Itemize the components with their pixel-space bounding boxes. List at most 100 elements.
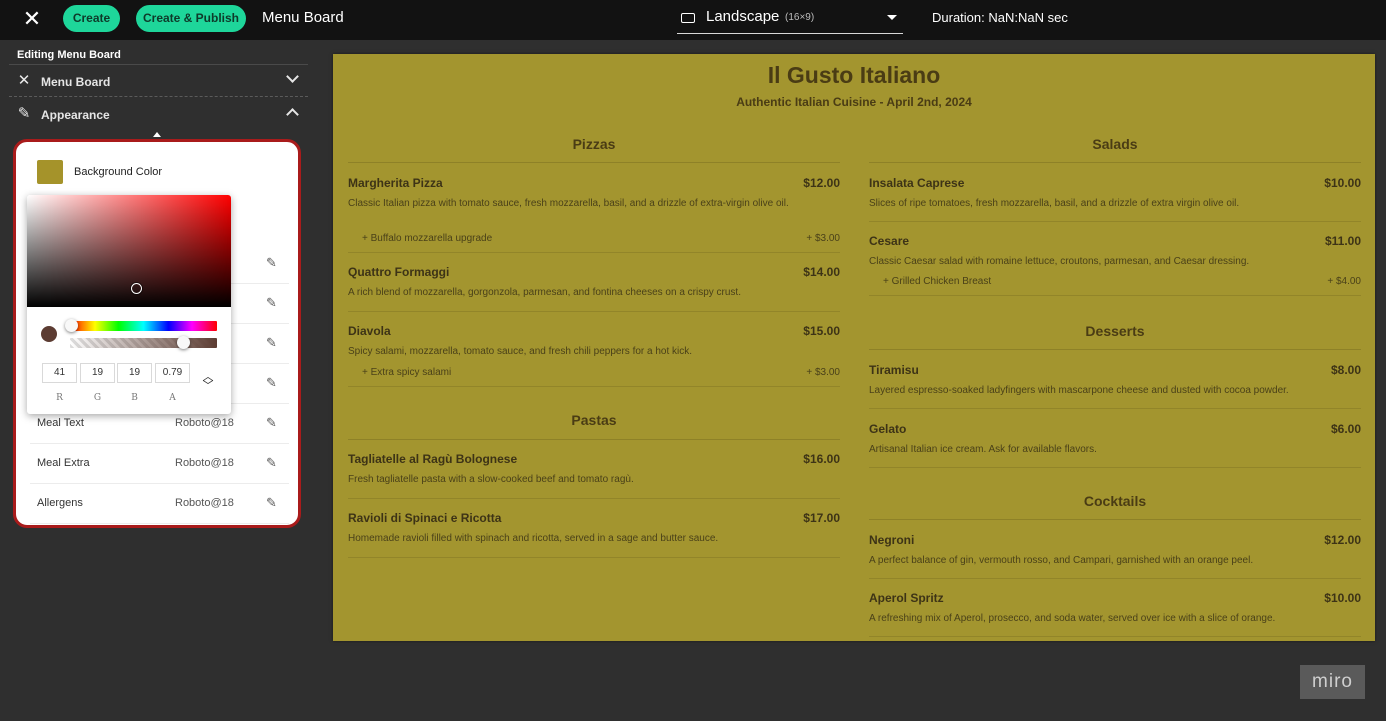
blue-label: B (131, 393, 138, 403)
item-name: Aperol Spritz (869, 591, 944, 605)
duration-readout: Duration: NaN:NaN sec (932, 10, 1068, 25)
menu-item: Insalata Caprese $10.00 Slices of ripe t… (869, 176, 1361, 222)
green-input[interactable]: 19 (80, 363, 115, 383)
alpha-slider[interactable] (70, 338, 217, 348)
saturation-handle[interactable] (131, 283, 142, 294)
font-row-allergens: Allergens Roboto@18 ✎ (30, 484, 289, 524)
item-price: $6.00 (1330, 422, 1361, 436)
item-extra-price: + $3.00 (806, 367, 840, 378)
background-color-swatch[interactable] (37, 160, 63, 184)
menu-item: Tiramisu $8.00 Layered espresso-soaked l… (869, 363, 1361, 409)
close-icon[interactable]: ✕ (20, 7, 44, 31)
create-button[interactable]: Create (63, 5, 120, 32)
item-description: Slices of ripe tomatoes, fresh mozzarell… (869, 198, 1240, 209)
section-rule (869, 349, 1361, 350)
font-row-value: Roboto@18 (175, 497, 234, 509)
pencil-icon[interactable]: ✎ (266, 335, 277, 351)
item-name: Tagliatelle al Ragù Bolognese (348, 452, 518, 466)
pencil-icon[interactable]: ✎ (266, 415, 277, 431)
section-title-desserts: Desserts (1085, 323, 1145, 339)
board-subtitle: Authentic Italian Cuisine - April 2nd, 2… (736, 95, 972, 109)
font-row-value: Roboto@18 (175, 417, 234, 429)
hue-slider-handle[interactable] (65, 319, 78, 332)
font-row-value: Roboto@18 (175, 457, 234, 469)
item-price: $8.00 (1330, 363, 1361, 377)
pencil-icon[interactable]: ✎ (266, 455, 277, 471)
landscape-icon (681, 13, 695, 23)
menu-item: Cesare $11.00 Classic Caesar salad with … (869, 234, 1361, 296)
menu-item: Quattro Formaggi $14.00 A rich blend of … (348, 265, 840, 312)
eyedropper-icon: ✎ (17, 105, 31, 122)
menu-board-preview: Il Gusto Italiano Authentic Italian Cuis… (333, 54, 1375, 641)
item-description: Classic Italian pizza with tomato sauce,… (348, 198, 789, 209)
item-price: $14.00 (803, 265, 840, 279)
alpha-slider-handle[interactable] (177, 336, 190, 349)
alpha-label: A (169, 393, 176, 403)
item-extra: + Buffalo mozzarella upgrade (362, 233, 493, 244)
font-row-meal-extra: Meal Extra Roboto@18 ✎ (30, 444, 289, 484)
utensils-icon: ✕ (17, 72, 31, 89)
color-picker: 41 19 19 0.79 R G B A ︿ ﹀ (27, 195, 231, 414)
top-bar: ✕ Create Create & Publish Menu Board Lan… (0, 0, 1386, 40)
chevron-down-icon (286, 70, 299, 83)
item-description: Artisanal Italian ice cream. Ask for ava… (869, 444, 1097, 455)
item-price: $10.00 (1324, 176, 1361, 190)
font-row-name: Meal Text (37, 417, 84, 429)
color-preview (41, 326, 57, 342)
hue-slider[interactable] (70, 321, 217, 331)
layout-select-ratio: (16×9) (785, 12, 815, 23)
accordion-menu-board[interactable]: ✕ Menu Board (9, 64, 308, 97)
item-description: Layered espresso-soaked ladyfingers with… (869, 385, 1289, 396)
section-rule (348, 439, 840, 440)
accordion-appearance[interactable]: ✎ Appearance (9, 98, 308, 131)
pencil-icon[interactable]: ✎ (266, 375, 277, 391)
item-name: Cesare (869, 234, 910, 248)
section-rule (869, 519, 1361, 520)
item-description: Fresh tagliatelle pasta with a slow-cook… (348, 474, 634, 485)
alpha-input[interactable]: 0.79 (155, 363, 190, 383)
item-name: Quattro Formaggi (348, 265, 450, 279)
menu-item: Negroni $12.00 A perfect balance of gin,… (869, 533, 1361, 579)
background-color-label: Background Color (74, 166, 163, 178)
item-price: $17.00 (803, 511, 840, 525)
chevron-updown-icon[interactable]: ︿ ﹀ (202, 372, 214, 392)
item-extra: + Extra spicy salami (362, 367, 452, 378)
green-label: G (93, 393, 102, 403)
section-title-pizzas: Pizzas (572, 136, 616, 152)
tooltip-arrow (153, 132, 161, 137)
red-input[interactable]: 41 (42, 363, 77, 383)
menu-item: Tagliatelle al Ragù Bolognese $16.00 Fre… (348, 452, 840, 499)
blue-input[interactable]: 19 (117, 363, 152, 383)
item-name: Ravioli di Spinaci e Ricotta (348, 511, 502, 525)
item-price: $12.00 (803, 176, 840, 190)
item-description: Classic Caesar salad with romaine lettuc… (869, 256, 1250, 267)
item-name: Tiramisu (869, 363, 919, 377)
font-row-name: Allergens (37, 497, 83, 509)
chevron-down-icon (887, 15, 897, 20)
item-price: $12.00 (1324, 533, 1361, 547)
layout-select-label: Landscape (706, 8, 780, 25)
menu-item: Aperol Spritz $10.00 A refreshing mix of… (869, 591, 1361, 637)
font-row-name: Meal Extra (37, 457, 90, 469)
create-publish-button[interactable]: Create & Publish (136, 5, 246, 32)
item-extra-price: + $4.00 (1327, 276, 1361, 287)
item-name: Insalata Caprese (869, 176, 965, 190)
pencil-icon[interactable]: ✎ (266, 255, 277, 271)
menu-item: Diavola $15.00 Spicy salami, mozzarella,… (348, 324, 840, 387)
item-description: Homemade ravioli filled with spinach and… (348, 533, 719, 544)
miro-watermark: miro (1300, 665, 1365, 699)
section-rule (869, 162, 1361, 163)
saturation-area[interactable] (27, 195, 231, 307)
pencil-icon[interactable]: ✎ (266, 295, 277, 311)
board-title: Il Gusto Italiano (767, 62, 941, 88)
item-price: $10.00 (1324, 591, 1361, 605)
item-price: $11.00 (1324, 234, 1361, 248)
item-description: Spicy salami, mozzarella, tomato sauce, … (348, 346, 693, 357)
pencil-icon[interactable]: ✎ (266, 495, 277, 511)
menu-item: Margherita Pizza $12.00 Classic Italian … (348, 176, 840, 253)
accordion-label: Appearance (41, 108, 110, 122)
layout-select[interactable]: Landscape (16×9) (677, 3, 903, 34)
chevron-up-icon (286, 108, 299, 121)
item-description: A rich blend of mozzarella, gorgonzola, … (348, 287, 741, 298)
item-name: Margherita Pizza (348, 176, 443, 190)
